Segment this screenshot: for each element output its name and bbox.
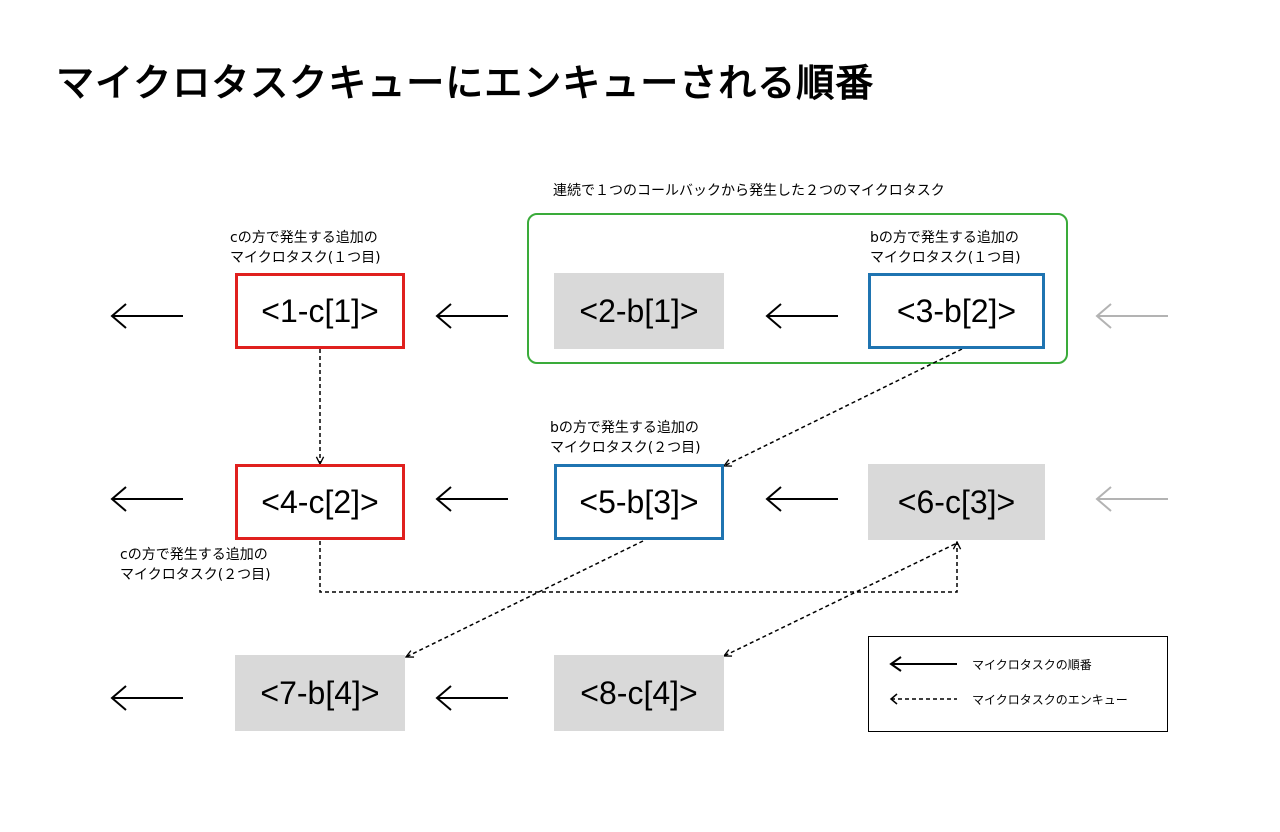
incoming-arrow-row1 xyxy=(1095,303,1168,329)
task-node-8: <8-c[4]> xyxy=(554,655,724,731)
legend-solid-arrow-icon xyxy=(889,656,957,672)
legend: マイクロタスクの順番 マイクロタスクのエンキュー xyxy=(868,636,1168,732)
task-node-7: <7-b[4]> xyxy=(235,655,405,731)
order-arrow-row2-a xyxy=(110,486,183,512)
order-arrow-row3-b xyxy=(435,685,508,711)
incoming-arrow-row2 xyxy=(1095,486,1168,512)
legend-dashed-arrow-icon xyxy=(889,693,957,705)
enqueue-5-to-7 xyxy=(406,540,644,657)
incoming-arrows xyxy=(1095,303,1168,512)
task-node-4: <4-c[2]> xyxy=(235,464,405,540)
task-node-5: <5-b[3]> xyxy=(554,464,724,540)
order-arrow-row1-c xyxy=(765,303,838,329)
order-arrow-row1-b xyxy=(435,303,508,329)
task-node-3: <3-b[2]> xyxy=(868,273,1045,349)
legend-enqueue-label: マイクロタスクのエンキュー xyxy=(972,693,1128,707)
legend-order-label: マイクロタスクの順番 xyxy=(972,658,1092,672)
order-arrow-row2-c xyxy=(765,486,838,512)
enqueue-4-to-6 xyxy=(319,541,957,593)
order-arrow-row3-a xyxy=(110,685,183,711)
task-node-1: <1-c[1]> xyxy=(235,273,405,349)
order-arrows xyxy=(110,303,838,711)
enqueue-3-to-5 xyxy=(724,348,963,466)
task-node-6: <6-c[3]> xyxy=(868,464,1045,540)
order-arrow-row1-a xyxy=(110,303,183,329)
task-node-2: <2-b[1]> xyxy=(554,273,724,349)
order-arrow-row2-b xyxy=(435,486,508,512)
